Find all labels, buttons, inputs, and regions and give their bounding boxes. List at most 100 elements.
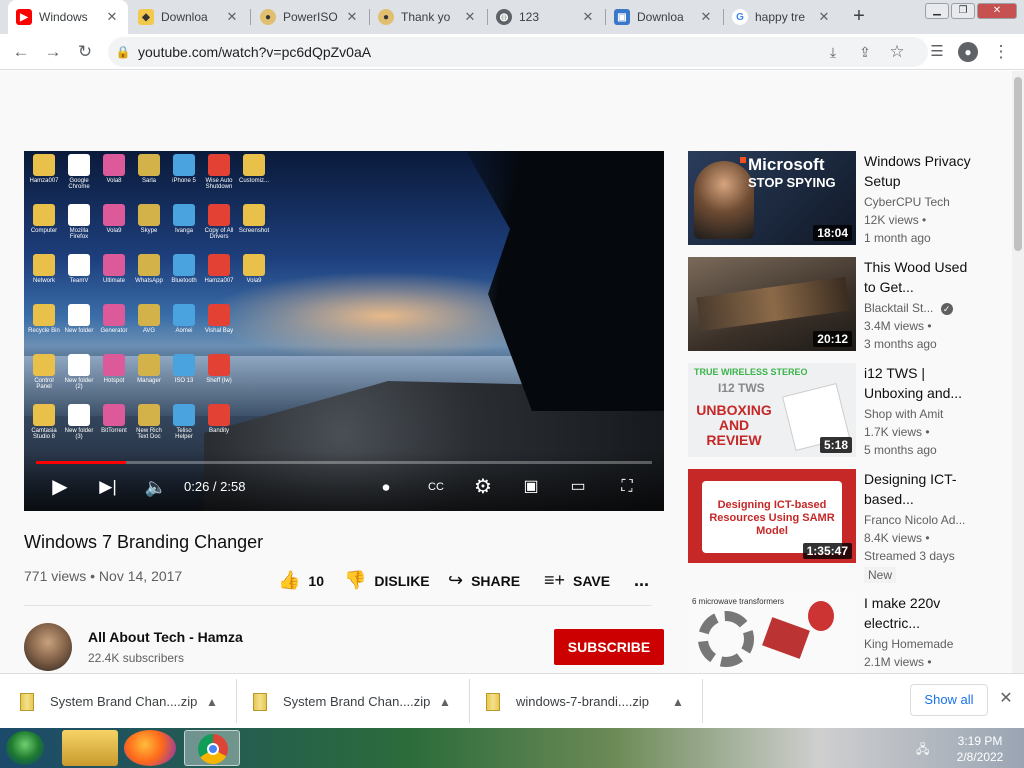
- menu-kebab-icon[interactable]: ⋮: [990, 41, 1012, 63]
- video-thumbnail[interactable]: Microsoft STOP SPYING 18:04: [688, 151, 856, 245]
- desktop-icon: New folder (2): [62, 354, 96, 390]
- tab-google[interactable]: G happy tre ✕: [724, 0, 840, 34]
- close-icon[interactable]: ✕: [996, 688, 1016, 710]
- zip-file-icon: [486, 692, 500, 711]
- volume-icon[interactable]: 🔈: [142, 473, 170, 501]
- save-button[interactable]: ≡+ SAVE: [544, 570, 610, 591]
- maximize-button[interactable]: ❐: [951, 3, 975, 19]
- network-icon[interactable]: 🖧: [916, 740, 932, 756]
- theater-mode-icon[interactable]: ▭: [564, 473, 592, 501]
- autoplay-toggle-icon[interactable]: ⏺: [368, 473, 404, 501]
- chevron-up-icon[interactable]: ▲: [439, 695, 451, 709]
- video-player[interactable]: Hamza007 Google Chrome Vola8 Sarla iPhone 5 W…: [24, 151, 664, 511]
- captions-icon[interactable]: CC: [424, 473, 448, 501]
- channel-name[interactable]: Franco Nicolo Ad...: [864, 513, 965, 527]
- window-close-button[interactable]: ✕: [977, 3, 1017, 19]
- thumb-text: Designing ICT-based Resources Using SAMR…: [709, 499, 835, 537]
- next-icon[interactable]: ▶|: [94, 473, 122, 501]
- show-all-downloads-button[interactable]: Show all: [910, 684, 988, 716]
- close-icon[interactable]: ✕: [462, 9, 478, 25]
- tab-download-1[interactable]: ◆ Downloa ✕: [130, 0, 248, 34]
- close-icon[interactable]: ✕: [344, 9, 360, 25]
- channel-name[interactable]: CyberCPU Tech: [864, 195, 950, 209]
- minimize-button[interactable]: ▁: [925, 3, 949, 19]
- reload-icon[interactable]: ↻: [74, 41, 96, 63]
- recommended-video[interactable]: Designing ICT-based Resources Using SAMR…: [688, 469, 1008, 589]
- taskbar-clock[interactable]: 3:19 PM 2/8/2022: [940, 733, 1020, 765]
- tab-poweriso[interactable]: ● PowerISO ✕: [252, 0, 368, 34]
- close-icon[interactable]: ✕: [698, 9, 714, 25]
- like-button[interactable]: 👍 10: [278, 570, 324, 591]
- desktop-icon: Camtasia Studio 8: [27, 404, 61, 440]
- start-button[interactable]: [6, 731, 44, 765]
- desktop-icon-glyph: [103, 354, 125, 376]
- miniplayer-icon[interactable]: ▣: [518, 473, 544, 501]
- video-title[interactable]: This Wood Used to Get...: [864, 257, 974, 297]
- channel-name[interactable]: All About Tech - Hamza: [88, 629, 243, 645]
- video-title[interactable]: I make 220v electric...: [864, 593, 974, 633]
- video-thumbnail[interactable]: 20:12: [688, 257, 856, 351]
- tab-youtube[interactable]: ▶ Windows ✕: [8, 0, 128, 34]
- download-filename: System Brand Chan....zip: [50, 694, 198, 709]
- desktop-icon-glyph: [173, 254, 195, 276]
- install-icon[interactable]: ⤓: [822, 41, 844, 63]
- video-title[interactable]: Designing ICT-based...: [864, 469, 974, 509]
- more-actions-button[interactable]: ...: [634, 570, 649, 591]
- bookmark-star-icon[interactable]: ☆: [886, 41, 908, 63]
- desktop-icon-label: Network: [32, 278, 55, 284]
- download-item[interactable]: System Brand Chan....zip ▲: [20, 674, 236, 729]
- tab-download-2[interactable]: ▣ Downloa ✕: [606, 0, 722, 34]
- firefox-taskbar-icon[interactable]: [124, 730, 176, 766]
- progress-bar[interactable]: [36, 461, 652, 464]
- download-shelf: System Brand Chan....zip ▲ System Brand …: [0, 673, 1024, 728]
- desktop-icon-glyph: [243, 204, 265, 226]
- scrollbar-thumb[interactable]: [1014, 77, 1022, 251]
- channel-name[interactable]: Blacktail St... ✓: [864, 301, 953, 315]
- recommended-video[interactable]: Microsoft STOP SPYING 18:04 Windows Priv…: [688, 151, 1008, 247]
- address-bar[interactable]: 🔒 youtube.com/watch?v=pc6dQpZv0aA: [108, 37, 928, 67]
- tab-123[interactable]: ◍ 123 ✕: [488, 0, 604, 34]
- forward-icon[interactable]: →: [42, 41, 64, 63]
- channel-name[interactable]: Shop with Amit: [864, 407, 943, 421]
- desktop-icon-glyph: [68, 204, 90, 226]
- chrome-taskbar-icon[interactable]: [184, 730, 240, 766]
- close-icon[interactable]: ✕: [104, 9, 120, 25]
- video-title[interactable]: i12 TWS | Unboxing and...: [864, 363, 974, 403]
- back-icon[interactable]: ←: [10, 41, 32, 63]
- channel-label: Blacktail St...: [864, 301, 934, 315]
- download-item[interactable]: windows-7-brandi....zip ▲: [486, 674, 702, 729]
- dislike-button[interactable]: 👎 DISLIKE: [344, 570, 430, 591]
- close-icon[interactable]: ✕: [580, 9, 596, 25]
- recommended-video[interactable]: 6 microwave transformers I make 220v ele…: [688, 593, 1008, 673]
- video-duration: 1:35:47: [802, 543, 852, 559]
- video-thumbnail[interactable]: 6 microwave transformers: [688, 593, 856, 673]
- play-icon[interactable]: ▶: [46, 473, 74, 501]
- video-thumbnail[interactable]: Designing ICT-based Resources Using SAMR…: [688, 469, 856, 563]
- media-control-icon[interactable]: ☰: [926, 41, 948, 63]
- share-button[interactable]: ↪ SHARE: [448, 570, 520, 591]
- settings-gear-icon[interactable]: ⚙: [470, 473, 496, 501]
- new-tab-button[interactable]: +: [848, 6, 870, 28]
- url-text[interactable]: youtube.com/watch?v=pc6dQpZv0aA: [138, 44, 371, 60]
- desktop-icon-glyph: [103, 404, 125, 426]
- video-thumbnail[interactable]: TRUE WIRELESS STEREO I12 TWS UNBOXING AN…: [688, 363, 856, 457]
- fullscreen-icon[interactable]: ⛶: [614, 473, 640, 501]
- close-icon[interactable]: ✕: [224, 9, 240, 25]
- recommended-video[interactable]: 20:12 This Wood Used to Get... Blacktail…: [688, 257, 1008, 353]
- subscriber-count: 22.4K subscribers: [88, 651, 185, 665]
- tab-thank-you[interactable]: ● Thank yo ✕: [370, 0, 486, 34]
- subscribe-button[interactable]: SUBSCRIBE: [554, 629, 664, 665]
- chevron-up-icon[interactable]: ▲: [206, 695, 218, 709]
- profile-avatar-icon[interactable]: ●: [958, 42, 978, 62]
- file-explorer-taskbar-icon[interactable]: [62, 730, 118, 766]
- recommended-video[interactable]: TRUE WIRELESS STEREO I12 TWS UNBOXING AN…: [688, 363, 1008, 459]
- download-item[interactable]: System Brand Chan....zip ▲: [253, 674, 469, 729]
- video-title[interactable]: Windows Privacy Setup: [864, 151, 974, 191]
- channel-avatar[interactable]: [24, 623, 72, 671]
- page-scrollbar[interactable]: [1012, 71, 1024, 673]
- chevron-up-icon[interactable]: ▲: [672, 695, 684, 709]
- channel-name[interactable]: King Homemade: [864, 637, 953, 651]
- share-page-icon[interactable]: ⇪: [854, 41, 876, 63]
- close-icon[interactable]: ✕: [816, 9, 832, 25]
- desktop-icon-label: Screenshot: [238, 228, 270, 234]
